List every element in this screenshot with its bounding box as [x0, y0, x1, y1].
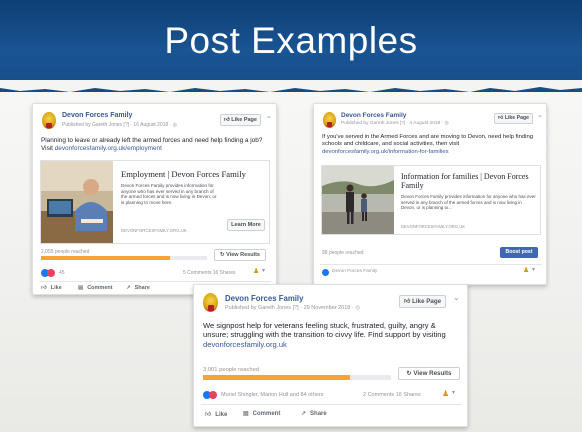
slide-title: Post Examples — [164, 20, 418, 61]
banner-torn-edge — [0, 80, 582, 92]
page-avatar-icon: ♟ — [523, 267, 530, 274]
comment-icon: ▤ — [243, 411, 249, 417]
more-options-chevron-icon[interactable]: ⌄ — [453, 293, 460, 302]
page-name[interactable]: Devon Forces Family — [62, 112, 132, 119]
page-identity-icon — [322, 269, 329, 276]
view-results-button[interactable]: ↻ View Results — [398, 367, 460, 380]
footer-page-name[interactable]: Devon Forces Family — [332, 269, 377, 274]
refresh-icon: ↻ — [406, 370, 412, 377]
link-card-description: Devon Forces Family provides information… — [121, 183, 217, 206]
family-walking-photo — [322, 166, 394, 234]
comment-action[interactable]: ▤ Comment — [78, 285, 113, 291]
reactors-summary[interactable]: Muriel Shingler, Marion Hull and 84 othe… — [221, 392, 323, 398]
share-icon: ↗ — [301, 411, 307, 417]
reach-bar — [41, 256, 207, 260]
post-text: If you've served in the Armed Forces and… — [322, 134, 534, 155]
like-page-button[interactable]: 👍︎ Like Page — [494, 113, 533, 124]
post-text: We signpost help for veterans feeling st… — [203, 321, 446, 349]
globe-icon: ◎ — [355, 305, 361, 311]
comment-action[interactable]: ▤ Comment — [243, 410, 280, 417]
page-avatar-icon: ♟ — [253, 268, 260, 275]
link-card-domain: DEVONFORCESFAMILY.ORG.UK — [121, 228, 187, 233]
post-byline: Published by Gareth Jones [?] · 29 Novem… — [225, 305, 361, 311]
engagement-stats[interactable]: 2 Comments 16 Shares — [363, 392, 421, 398]
share-action[interactable]: ↗ Share — [301, 410, 327, 417]
comment-icon: ▤ — [78, 285, 84, 291]
thumbs-up-icon: 👍︎ — [224, 117, 230, 123]
like-action[interactable]: 👍︎ Like — [205, 410, 227, 418]
title-banner: Post Examples — [0, 0, 582, 92]
post-card-veterans: Devon Forces Family Published by Gareth … — [193, 284, 468, 427]
boost-post-button[interactable]: Boost post — [500, 247, 538, 258]
share-icon: ↗ — [126, 285, 131, 291]
engagement-stats[interactable]: 5 Comments 16 Shares — [183, 270, 236, 276]
refresh-icon: ↻ — [220, 252, 225, 258]
link-preview-card[interactable]: Information for families | Devon Forces … — [321, 165, 541, 235]
page-name[interactable]: Devon Forces Family — [225, 294, 303, 303]
post-byline: Published by Gareth Jones [?] · 16 Augus… — [62, 122, 177, 128]
post-card-families: Devon Forces Family Published by Gareth … — [313, 103, 547, 285]
reach-count: 3,001 people reached — [203, 367, 260, 373]
link-card-description: Devon Forces Family provides information… — [401, 194, 536, 211]
link-card-title: Information for families | Devon Forces … — [401, 172, 529, 190]
post-link[interactable]: devonforcesfamily.org.uk — [203, 340, 287, 349]
link-card-title: Employment | Devon Forces Family — [121, 169, 246, 179]
reach-bar-fill — [41, 256, 171, 260]
thumbs-up-icon: 👍︎ — [403, 298, 411, 305]
like-page-button[interactable]: 👍︎ Like Page — [399, 295, 446, 308]
page-crest-icon — [203, 293, 218, 312]
office-worker-photo — [41, 161, 113, 243]
reaction-count[interactable]: 45 — [59, 270, 65, 276]
learn-more-button[interactable]: Learn More — [227, 219, 265, 231]
post-byline: Published by Gareth Jones [?] · 4 August… — [341, 121, 449, 126]
post-link[interactable]: devonforcesfamily.org.uk/employment — [55, 145, 162, 152]
reach-bar — [203, 375, 391, 380]
reach-bar-fill — [203, 375, 350, 380]
page-crest-icon — [42, 112, 56, 129]
globe-icon: ◎ — [444, 121, 449, 126]
share-action[interactable]: ↗ Share — [126, 285, 150, 291]
avatar-dropdown-icon[interactable]: ▾ — [262, 267, 265, 274]
post-text: Planning to leave or already left the ar… — [41, 137, 263, 152]
more-options-chevron-icon[interactable]: ⌄ — [266, 112, 272, 120]
love-reaction-icon[interactable] — [209, 391, 217, 399]
more-options-chevron-icon[interactable]: ⌄ — [537, 111, 543, 119]
reach-count: 2,055 people reached — [41, 249, 90, 255]
like-page-button[interactable]: 👍︎ Like Page — [220, 114, 261, 126]
thumbs-up-icon: 👍︎ — [41, 285, 47, 291]
link-card-domain: DEVONFORCESFAMILY.ORG.UK — [401, 224, 466, 229]
footer-divider — [320, 264, 542, 265]
actions-divider — [39, 281, 271, 282]
page-avatar-icon: ♟ — [442, 389, 450, 398]
thumbs-up-icon: 👍︎ — [205, 412, 212, 418]
actions-divider — [201, 404, 462, 405]
globe-icon: ◎ — [172, 122, 177, 128]
page-name[interactable]: Devon Forces Family — [341, 112, 406, 119]
love-reaction-icon[interactable] — [47, 269, 55, 277]
post-link[interactable]: devonforcesfamily.org.uk/information-for… — [322, 149, 449, 155]
page-crest-icon — [323, 112, 336, 128]
like-action[interactable]: 👍︎ Like — [41, 285, 62, 291]
thumbs-up-icon: 👍︎ — [497, 115, 504, 121]
avatar-dropdown-icon[interactable]: ▾ — [532, 266, 535, 273]
avatar-dropdown-icon[interactable]: ▾ — [452, 389, 455, 396]
link-preview-card[interactable]: Employment | Devon Forces Family Devon F… — [40, 160, 270, 244]
view-results-button[interactable]: ↻ View Results — [214, 249, 266, 261]
post-card-employment: Devon Forces Family Published by Gareth … — [32, 103, 277, 295]
reach-count: 98 people reached — [322, 250, 364, 256]
